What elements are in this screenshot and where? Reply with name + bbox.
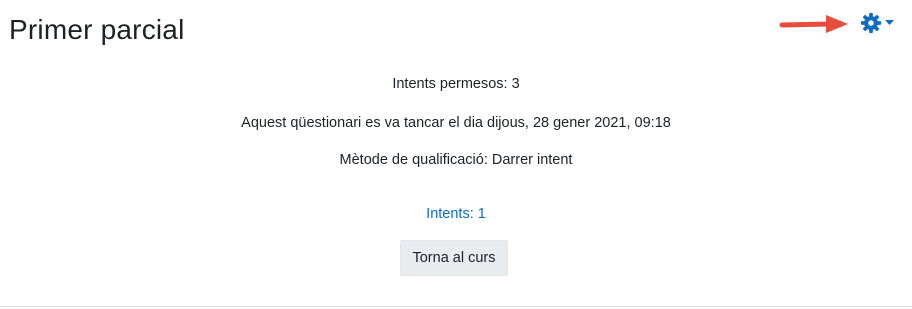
quiz-closed-notice: Aquest qüestionari es va tancar el dia d… bbox=[241, 115, 671, 131]
grading-method-text: Mètode de qualificació: Darrer intent bbox=[339, 152, 573, 168]
quiz-page: Primer parcial Intents permesos: 3 Aques… bbox=[0, 0, 912, 309]
attempts-allowed-text: Intents permesos: 3 bbox=[392, 76, 520, 92]
attempts-link[interactable]: Intents: 1 bbox=[0, 206, 912, 222]
red-arrow-icon bbox=[779, 15, 848, 33]
settings-menu-toggle[interactable] bbox=[860, 12, 894, 34]
back-to-course-button[interactable]: Torna al curs bbox=[400, 240, 508, 276]
divider bbox=[0, 306, 912, 307]
gear-icon bbox=[860, 12, 882, 34]
caret-down-icon bbox=[885, 20, 894, 25]
page-title: Primer parcial bbox=[9, 14, 185, 45]
